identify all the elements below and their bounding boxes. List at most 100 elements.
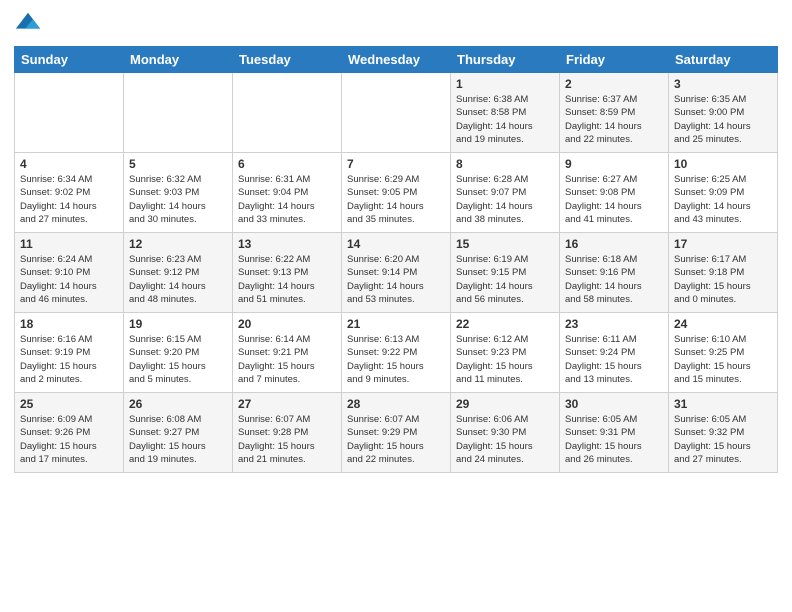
day-cell: 7 Sunrise: 6:29 AM Sunset: 9:05 PM Daylig…: [342, 153, 451, 233]
day-number: 26: [129, 397, 227, 411]
day-number: 11: [20, 237, 118, 251]
day-cell: [342, 73, 451, 153]
day-number: 15: [456, 237, 554, 251]
day-number: 28: [347, 397, 445, 411]
day-cell: 15 Sunrise: 6:19 AM Sunset: 9:15 PM Dayli…: [451, 233, 560, 313]
day-cell: 3 Sunrise: 6:35 AM Sunset: 9:00 PM Daylig…: [669, 73, 778, 153]
weekday-header-tuesday: Tuesday: [233, 47, 342, 73]
week-row-4: 18 Sunrise: 6:16 AM Sunset: 9:19 PM Dayli…: [15, 313, 778, 393]
day-cell: 27 Sunrise: 6:07 AM Sunset: 9:28 PM Dayli…: [233, 393, 342, 473]
day-number: 7: [347, 157, 445, 171]
day-cell: 10 Sunrise: 6:25 AM Sunset: 9:09 PM Dayli…: [669, 153, 778, 233]
day-cell: 28 Sunrise: 6:07 AM Sunset: 9:29 PM Dayli…: [342, 393, 451, 473]
day-number: 4: [20, 157, 118, 171]
day-number: 17: [674, 237, 772, 251]
day-cell: 12 Sunrise: 6:23 AM Sunset: 9:12 PM Dayli…: [124, 233, 233, 313]
day-cell: 30Sunrise: 6:05 AM Sunset: 9:31 PM Dayli…: [560, 393, 669, 473]
day-number: 19: [129, 317, 227, 331]
day-cell: 5Sunrise: 6:32 AM Sunset: 9:03 PM Daylig…: [124, 153, 233, 233]
week-row-3: 11 Sunrise: 6:24 AM Sunset: 9:10 PM Dayli…: [15, 233, 778, 313]
day-number: 3: [674, 77, 772, 91]
day-info: Sunrise: 6:05 AM Sunset: 9:32 PM Dayligh…: [674, 413, 772, 466]
day-info: Sunrise: 6:22 AM Sunset: 9:13 PM Dayligh…: [238, 253, 336, 306]
day-number: 27: [238, 397, 336, 411]
day-cell: [233, 73, 342, 153]
day-info: Sunrise: 6:16 AM Sunset: 9:19 PM Dayligh…: [20, 333, 118, 386]
day-number: 29: [456, 397, 554, 411]
day-number: 18: [20, 317, 118, 331]
day-cell: 14Sunrise: 6:20 AM Sunset: 9:14 PM Dayli…: [342, 233, 451, 313]
day-cell: 23 Sunrise: 6:11 AM Sunset: 9:24 PM Dayli…: [560, 313, 669, 393]
logo-icon: [14, 10, 42, 38]
day-number: 23: [565, 317, 663, 331]
weekday-header-saturday: Saturday: [669, 47, 778, 73]
day-info: Sunrise: 6:13 AM Sunset: 9:22 PM Dayligh…: [347, 333, 445, 386]
logo: [14, 10, 46, 38]
day-number: 31: [674, 397, 772, 411]
day-cell: 19 Sunrise: 6:15 AM Sunset: 9:20 PM Dayli…: [124, 313, 233, 393]
day-info: Sunrise: 6:14 AM Sunset: 9:21 PM Dayligh…: [238, 333, 336, 386]
day-cell: 6 Sunrise: 6:31 AM Sunset: 9:04 PM Daylig…: [233, 153, 342, 233]
day-cell: 2 Sunrise: 6:37 AM Sunset: 8:59 PM Daylig…: [560, 73, 669, 153]
day-cell: 29 Sunrise: 6:06 AM Sunset: 9:30 PM Dayli…: [451, 393, 560, 473]
day-cell: 21 Sunrise: 6:13 AM Sunset: 9:22 PM Dayli…: [342, 313, 451, 393]
day-info: Sunrise: 6:09 AM Sunset: 9:26 PM Dayligh…: [20, 413, 118, 466]
day-number: 12: [129, 237, 227, 251]
weekday-header-sunday: Sunday: [15, 47, 124, 73]
day-number: 25: [20, 397, 118, 411]
day-info: Sunrise: 6:31 AM Sunset: 9:04 PM Dayligh…: [238, 173, 336, 226]
day-info: Sunrise: 6:25 AM Sunset: 9:09 PM Dayligh…: [674, 173, 772, 226]
day-cell: 1Sunrise: 6:38 AM Sunset: 8:58 PM Daylig…: [451, 73, 560, 153]
day-info: Sunrise: 6:08 AM Sunset: 9:27 PM Dayligh…: [129, 413, 227, 466]
day-cell: 4 Sunrise: 6:34 AM Sunset: 9:02 PM Daylig…: [15, 153, 124, 233]
day-info: Sunrise: 6:35 AM Sunset: 9:00 PM Dayligh…: [674, 93, 772, 146]
day-cell: 8Sunrise: 6:28 AM Sunset: 9:07 PM Daylig…: [451, 153, 560, 233]
day-info: Sunrise: 6:27 AM Sunset: 9:08 PM Dayligh…: [565, 173, 663, 226]
day-info: Sunrise: 6:06 AM Sunset: 9:30 PM Dayligh…: [456, 413, 554, 466]
header: [14, 10, 778, 38]
day-cell: 20Sunrise: 6:14 AM Sunset: 9:21 PM Dayli…: [233, 313, 342, 393]
day-number: 8: [456, 157, 554, 171]
weekday-header-row: SundayMondayTuesdayWednesdayThursdayFrid…: [15, 47, 778, 73]
week-row-2: 4 Sunrise: 6:34 AM Sunset: 9:02 PM Daylig…: [15, 153, 778, 233]
week-row-1: 1Sunrise: 6:38 AM Sunset: 8:58 PM Daylig…: [15, 73, 778, 153]
weekday-header-monday: Monday: [124, 47, 233, 73]
day-info: Sunrise: 6:05 AM Sunset: 9:31 PM Dayligh…: [565, 413, 663, 466]
day-cell: 31 Sunrise: 6:05 AM Sunset: 9:32 PM Dayli…: [669, 393, 778, 473]
day-info: Sunrise: 6:24 AM Sunset: 9:10 PM Dayligh…: [20, 253, 118, 306]
day-cell: 25 Sunrise: 6:09 AM Sunset: 9:26 PM Dayli…: [15, 393, 124, 473]
day-info: Sunrise: 6:37 AM Sunset: 8:59 PM Dayligh…: [565, 93, 663, 146]
day-cell: 17 Sunrise: 6:17 AM Sunset: 9:18 PM Dayli…: [669, 233, 778, 313]
day-info: Sunrise: 6:07 AM Sunset: 9:29 PM Dayligh…: [347, 413, 445, 466]
day-info: Sunrise: 6:29 AM Sunset: 9:05 PM Dayligh…: [347, 173, 445, 226]
day-number: 9: [565, 157, 663, 171]
day-cell: 18 Sunrise: 6:16 AM Sunset: 9:19 PM Dayli…: [15, 313, 124, 393]
calendar-table: SundayMondayTuesdayWednesdayThursdayFrid…: [14, 46, 778, 473]
day-info: Sunrise: 6:11 AM Sunset: 9:24 PM Dayligh…: [565, 333, 663, 386]
day-info: Sunrise: 6:23 AM Sunset: 9:12 PM Dayligh…: [129, 253, 227, 306]
day-info: Sunrise: 6:19 AM Sunset: 9:15 PM Dayligh…: [456, 253, 554, 306]
day-cell: 11 Sunrise: 6:24 AM Sunset: 9:10 PM Dayli…: [15, 233, 124, 313]
day-cell: 24 Sunrise: 6:10 AM Sunset: 9:25 PM Dayli…: [669, 313, 778, 393]
day-cell: 22Sunrise: 6:12 AM Sunset: 9:23 PM Dayli…: [451, 313, 560, 393]
day-info: Sunrise: 6:17 AM Sunset: 9:18 PM Dayligh…: [674, 253, 772, 306]
day-cell: 13Sunrise: 6:22 AM Sunset: 9:13 PM Dayli…: [233, 233, 342, 313]
day-info: Sunrise: 6:07 AM Sunset: 9:28 PM Dayligh…: [238, 413, 336, 466]
weekday-header-thursday: Thursday: [451, 47, 560, 73]
day-number: 22: [456, 317, 554, 331]
day-number: 6: [238, 157, 336, 171]
day-number: 24: [674, 317, 772, 331]
day-number: 5: [129, 157, 227, 171]
day-info: Sunrise: 6:34 AM Sunset: 9:02 PM Dayligh…: [20, 173, 118, 226]
weekday-header-wednesday: Wednesday: [342, 47, 451, 73]
day-info: Sunrise: 6:15 AM Sunset: 9:20 PM Dayligh…: [129, 333, 227, 386]
day-info: Sunrise: 6:10 AM Sunset: 9:25 PM Dayligh…: [674, 333, 772, 386]
weekday-header-friday: Friday: [560, 47, 669, 73]
day-info: Sunrise: 6:20 AM Sunset: 9:14 PM Dayligh…: [347, 253, 445, 306]
day-cell: [15, 73, 124, 153]
day-number: 21: [347, 317, 445, 331]
day-cell: 16Sunrise: 6:18 AM Sunset: 9:16 PM Dayli…: [560, 233, 669, 313]
day-cell: 9 Sunrise: 6:27 AM Sunset: 9:08 PM Daylig…: [560, 153, 669, 233]
day-number: 2: [565, 77, 663, 91]
day-number: 10: [674, 157, 772, 171]
